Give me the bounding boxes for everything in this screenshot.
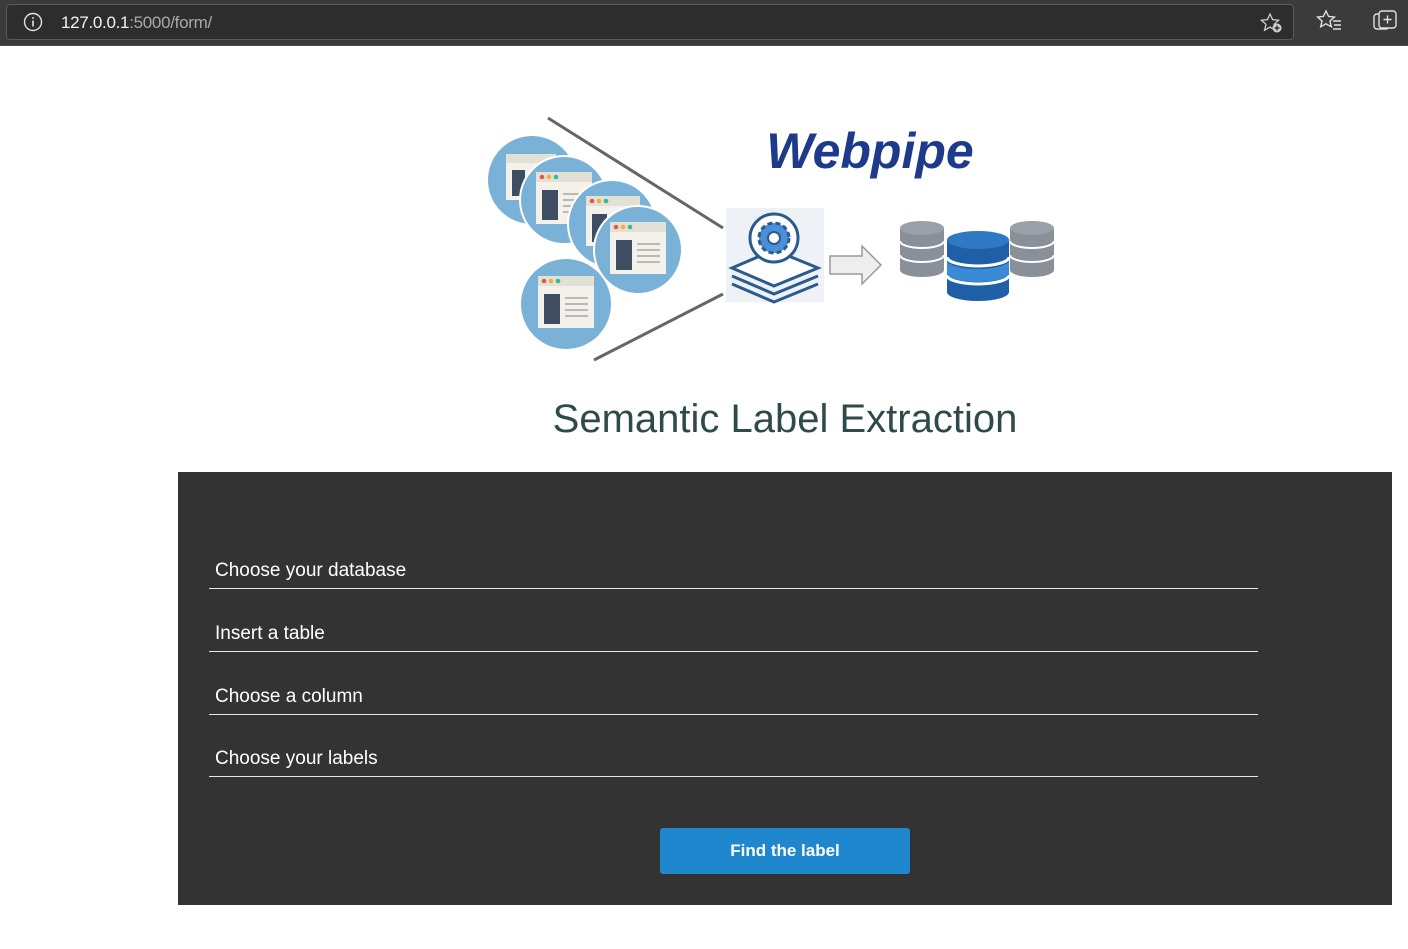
browser-toolbar: 127.0.0.1:5000/form/	[0, 0, 1408, 46]
database-icon	[1009, 221, 1055, 277]
database-icon	[945, 231, 1011, 301]
table-field[interactable]: Insert a table	[209, 608, 1258, 652]
database-placeholder: Choose your database	[215, 560, 407, 581]
add-favorite-icon[interactable]	[1259, 12, 1283, 34]
webpage-icon	[521, 259, 611, 349]
table-placeholder: Insert a table	[215, 623, 325, 644]
url-path: :5000/form/	[129, 13, 212, 32]
url-host: 127.0.0.1	[61, 13, 130, 32]
find-label-button[interactable]: Find the label	[660, 828, 910, 874]
database-icon	[899, 221, 945, 277]
page-title: Semantic Label Extraction	[552, 397, 1018, 441]
processing-gear-icon	[726, 208, 824, 304]
labels-placeholder: Choose your labels	[215, 748, 378, 769]
url-text[interactable]: 127.0.0.1:5000/form/	[61, 13, 212, 33]
column-field[interactable]: Choose a column	[209, 671, 1258, 715]
webpipe-hero-illustration: Webpipe	[488, 116, 1055, 362]
database-field[interactable]: Choose your database	[209, 545, 1258, 589]
webpage-icon	[593, 205, 683, 295]
form-panel: Choose your database Insert a table Choo…	[178, 472, 1392, 905]
flow-arrow-icon	[829, 244, 883, 286]
address-bar[interactable]: 127.0.0.1:5000/form/	[6, 4, 1294, 40]
labels-field[interactable]: Choose your labels	[209, 733, 1258, 777]
favorites-icon[interactable]	[1316, 9, 1342, 33]
collections-icon[interactable]	[1372, 9, 1398, 35]
info-icon[interactable]	[23, 12, 43, 32]
webpipe-logo: Webpipe	[766, 123, 973, 179]
column-placeholder: Choose a column	[215, 686, 363, 707]
